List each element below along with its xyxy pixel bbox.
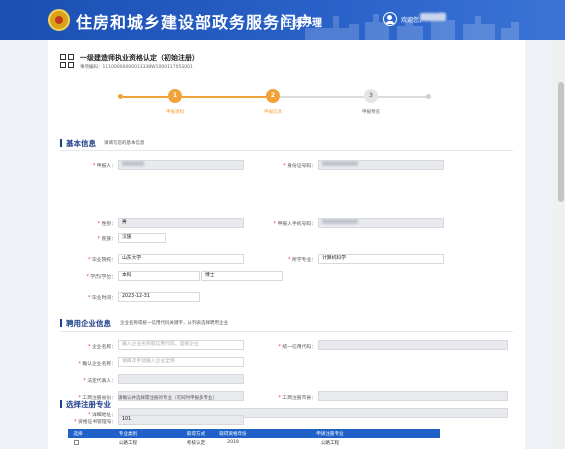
cell-apply-major: 公路工程 bbox=[320, 441, 340, 446]
confirm-company-label: * 确认企业名称： bbox=[78, 362, 116, 367]
application-number: 事项编码：11100000000013338W100011705S001 bbox=[80, 65, 193, 70]
col-year: 取得资格年份 bbox=[219, 432, 247, 437]
basic-info-hint: 请填写您的基本信息 bbox=[104, 141, 145, 146]
col-select: 选择 bbox=[73, 432, 83, 437]
gender-field[interactable]: 男 bbox=[118, 218, 244, 228]
cell-major-type: 公路工程 bbox=[118, 441, 138, 446]
progress-steps: 1 2 3 申报须知 申报信息 申报预览 bbox=[48, 86, 525, 122]
grad-time-label: * 毕业时间： bbox=[88, 296, 116, 301]
cert-number-field[interactable]: 101 bbox=[118, 415, 244, 425]
id-number-label: * 身份证号码： bbox=[283, 164, 316, 169]
reg-city-field[interactable] bbox=[318, 391, 508, 401]
step-3-circle: 3 bbox=[364, 89, 378, 103]
degree-field[interactable]: 博士 bbox=[201, 271, 283, 281]
credit-code-field[interactable] bbox=[318, 340, 508, 350]
school-field[interactable]: 山东大学 bbox=[118, 254, 244, 264]
step-line bbox=[123, 96, 168, 98]
address-label: * 详细地址： bbox=[88, 413, 116, 418]
row-checkbox[interactable] bbox=[74, 440, 79, 445]
step-line bbox=[182, 96, 266, 98]
step-line bbox=[280, 96, 364, 98]
nation-label: * 民族： bbox=[97, 237, 116, 242]
school-label: * 毕业院校： bbox=[88, 258, 116, 263]
section-divider bbox=[60, 150, 513, 151]
employer-info-hint: 企业名称或统一信用代码关键字，从列表选择聘用企业 bbox=[120, 321, 228, 326]
major-select-hint: 请确认并选择需注册的专业（可同时申报多专业） bbox=[118, 396, 217, 401]
site-title[interactable]: 住房和城乡建设部政务服务门户 bbox=[76, 9, 314, 33]
page-scrollbar[interactable] bbox=[556, 40, 565, 449]
application-title: 一级建造师执业资格认定（初始注册） bbox=[80, 54, 199, 62]
phone-field[interactable] bbox=[318, 218, 444, 228]
phone-label: * 申报人手机号码： bbox=[273, 222, 316, 227]
national-emblem-icon[interactable] bbox=[48, 9, 70, 31]
step-line bbox=[378, 96, 426, 98]
degree-label: * 学历/学位： bbox=[86, 275, 116, 280]
step-3-label: 申报预览 bbox=[362, 110, 380, 115]
step-1-label: 申报须知 bbox=[166, 110, 184, 115]
major-select-title: 选择注册专业 bbox=[60, 392, 111, 411]
major-label: * 所学专业： bbox=[288, 258, 316, 263]
table-row[interactable]: 公路工程 考核认定 2019 公路工程 bbox=[68, 438, 440, 449]
credit-code-label: * 统一信用代码： bbox=[278, 345, 316, 350]
nation-field[interactable]: 汉族 bbox=[118, 233, 166, 243]
basic-info-title: 基本信息 bbox=[60, 138, 96, 149]
section-divider bbox=[60, 331, 513, 332]
top-header: 住房和城乡建设部政务服务门户 在线办理 欢迎您， bbox=[0, 0, 565, 40]
education-field[interactable]: 本科 bbox=[118, 271, 200, 281]
grid-icon bbox=[60, 54, 74, 68]
online-service-link[interactable]: 在线办理 bbox=[282, 14, 322, 29]
step-2-circle: 2 bbox=[266, 89, 280, 103]
legal-rep-field[interactable] bbox=[118, 374, 244, 384]
reg-city-label: * 工商注册市县： bbox=[278, 396, 316, 401]
col-major-type: 专业类别 bbox=[118, 432, 138, 437]
confirm-company-input[interactable]: 请再次手动输入企业全称 bbox=[118, 357, 244, 367]
company-name-label: * 企业名称： bbox=[88, 345, 116, 350]
major-table-header: 选择 专业类别 取得方式 取得资格年份 申请注册专业 bbox=[68, 429, 440, 438]
legal-rep-label: * 法定代表人： bbox=[83, 379, 116, 384]
company-name-input[interactable]: 输入企业名称或信用代码，选择企业 bbox=[118, 340, 244, 350]
id-number-field[interactable] bbox=[318, 160, 444, 170]
step-1-circle: 1 bbox=[168, 89, 182, 103]
grad-time-field[interactable]: 2023-12-31 bbox=[118, 292, 200, 302]
step-end-dot bbox=[426, 94, 431, 99]
applicant-field[interactable] bbox=[118, 160, 244, 170]
major-field[interactable]: 计算机科学 bbox=[318, 254, 444, 264]
scrollbar-thumb[interactable] bbox=[558, 82, 564, 202]
cert-number-label: * 资格证书管理号： bbox=[74, 420, 117, 425]
cell-method: 考核认定 bbox=[186, 441, 206, 446]
col-apply-major: 申请注册专业 bbox=[316, 432, 344, 437]
applicant-label: * 申报人： bbox=[92, 164, 116, 169]
user-name-redacted[interactable] bbox=[420, 13, 446, 21]
user-icon[interactable] bbox=[383, 12, 397, 26]
employer-info-title: 聘用企业信息 bbox=[60, 318, 111, 329]
cell-year: 2019 bbox=[227, 440, 239, 445]
gender-label: * 性别： bbox=[97, 222, 116, 227]
col-method: 取得方式 bbox=[186, 432, 206, 437]
application-panel: 一级建造师执业资格认定（初始注册） 事项编码：11100000000013338… bbox=[48, 40, 525, 449]
step-2-label: 申报信息 bbox=[264, 110, 282, 115]
